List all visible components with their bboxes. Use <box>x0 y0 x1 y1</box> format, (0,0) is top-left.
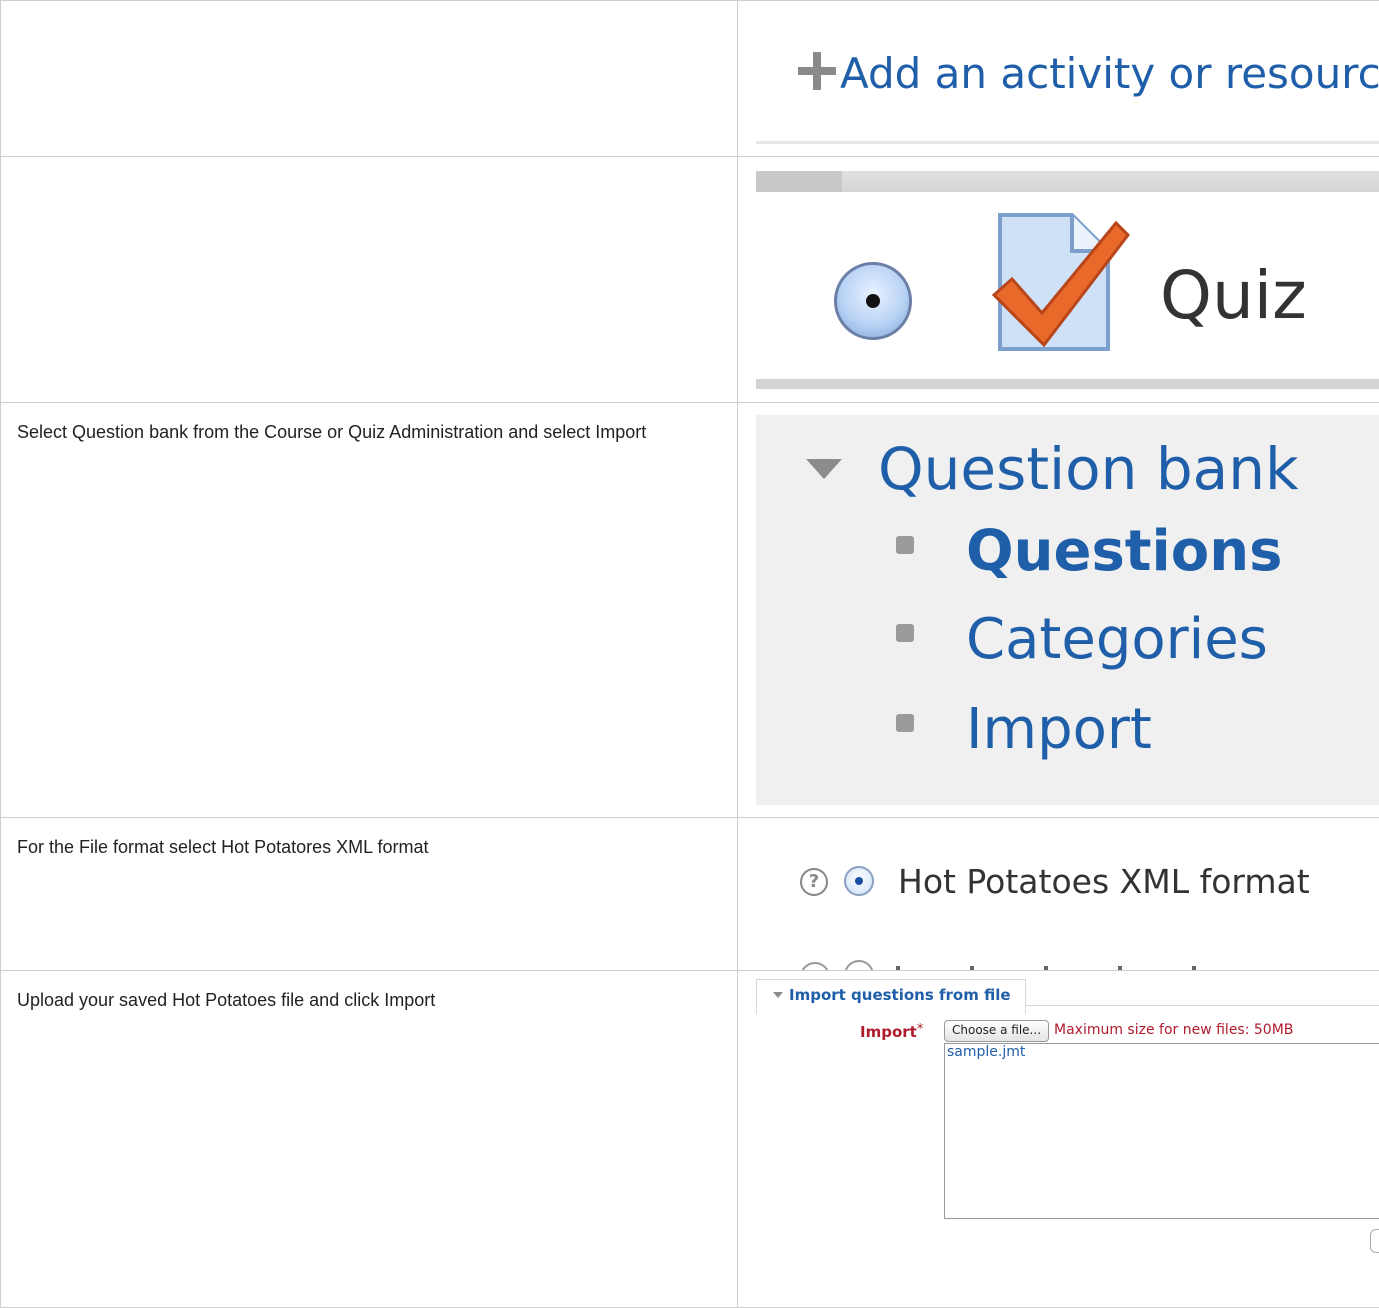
max-size-note: Maximum size for new files: 50MB <box>1054 1022 1294 1038</box>
divider <box>756 379 1379 389</box>
question-bank-item-questions[interactable]: Questions <box>896 519 1282 584</box>
screenshot-cell: Question bank Questions Categories Impor… <box>737 402 1379 818</box>
table-row: Add an activity or resource <box>0 0 1379 157</box>
quiz-label: Quiz <box>1160 257 1307 334</box>
quiz-screenshot: Quiz <box>756 158 1379 402</box>
import-form-screenshot: Import questions from file Import* Choos… <box>756 972 1379 1307</box>
plus-icon <box>798 52 836 90</box>
instruction-text: Select Question bank from the Course or … <box>17 422 647 442</box>
page: Add an activity or resource Quiz Select … <box>0 0 1379 1308</box>
instruction-table: Add an activity or resource Quiz Select … <box>0 0 1379 1308</box>
file-dropzone[interactable]: sample.jmt <box>944 1043 1379 1219</box>
divider <box>756 141 1379 144</box>
instruction-text <box>2 158 737 176</box>
instruction-cell: Select Question bank from the Course or … <box>0 402 738 818</box>
question-bank-node[interactable]: Question bank <box>806 435 1299 503</box>
bullet-icon <box>896 624 914 642</box>
instruction-cell <box>0 0 738 157</box>
instruction-text: For the File format select Hot Potatores… <box>17 837 429 857</box>
screenshot-cell: Import questions from file Import* Choos… <box>737 970 1379 1308</box>
instruction-text: Upload your saved Hot Potatoes file and … <box>17 990 436 1010</box>
instruction-text <box>2 2 737 20</box>
help-icon[interactable]: ? <box>800 868 828 896</box>
instruction-cell: For the File format select Hot Potatores… <box>0 817 738 971</box>
expand-triangle-icon[interactable] <box>806 459 842 479</box>
fieldset-legend[interactable]: Import questions from file <box>756 979 1026 1014</box>
table-row: Select Question bank from the Course or … <box>0 402 1379 818</box>
question-bank-screenshot: Question bank Questions Categories Impor… <box>756 404 1379 817</box>
expand-triangle-icon <box>773 992 783 998</box>
table-row: For the File format select Hot Potatores… <box>0 817 1379 971</box>
required-marker: * <box>916 1022 924 1037</box>
field-label: Import <box>860 1023 917 1041</box>
format-option-label: Hot Potatoes XML format <box>898 862 1310 901</box>
import-field-label: Import* <box>860 1022 923 1041</box>
divider <box>756 171 1379 192</box>
item-label: Questions <box>966 519 1283 584</box>
screenshot-cell: Add an activity or resource <box>737 0 1379 157</box>
bullet-icon <box>896 714 914 732</box>
item-label: Categories <box>966 607 1268 672</box>
file-format-screenshot: ? Hot Potatoes XML format <box>756 819 1379 970</box>
screenshot-cell: Quiz <box>737 156 1379 403</box>
add-activity-link[interactable]: Add an activity or resource <box>798 49 1379 98</box>
quiz-checkmark-icon <box>991 213 1130 351</box>
cropped-next-option <box>800 956 1379 970</box>
table-row: Upload your saved Hot Potatoes file and … <box>0 970 1379 1308</box>
choose-file-button[interactable]: Choose a file... <box>944 1020 1050 1042</box>
question-bank-panel: Question bank Questions Categories Impor… <box>756 415 1379 805</box>
uploaded-file-link[interactable]: sample.jmt <box>947 1044 1025 1060</box>
table-row: Quiz <box>0 156 1379 403</box>
radio-selected-icon[interactable] <box>844 866 874 896</box>
legend-label: Import questions from file <box>789 986 1011 1004</box>
add-activity-label: Add an activity or resource <box>840 49 1379 98</box>
bullet-icon <box>896 536 914 554</box>
question-bank-item-import[interactable]: Import <box>896 697 1152 762</box>
instruction-cell <box>0 156 738 403</box>
cropped-control <box>1370 1229 1379 1253</box>
instruction-cell: Upload your saved Hot Potatoes file and … <box>0 970 738 1308</box>
question-bank-title: Question bank <box>878 435 1299 503</box>
item-label: Import <box>966 697 1152 762</box>
question-bank-item-categories[interactable]: Categories <box>896 607 1268 672</box>
radio-selected-icon[interactable] <box>834 262 912 340</box>
screenshot-cell: ? Hot Potatoes XML format <box>737 817 1379 971</box>
add-activity-screenshot: Add an activity or resource <box>756 2 1379 156</box>
